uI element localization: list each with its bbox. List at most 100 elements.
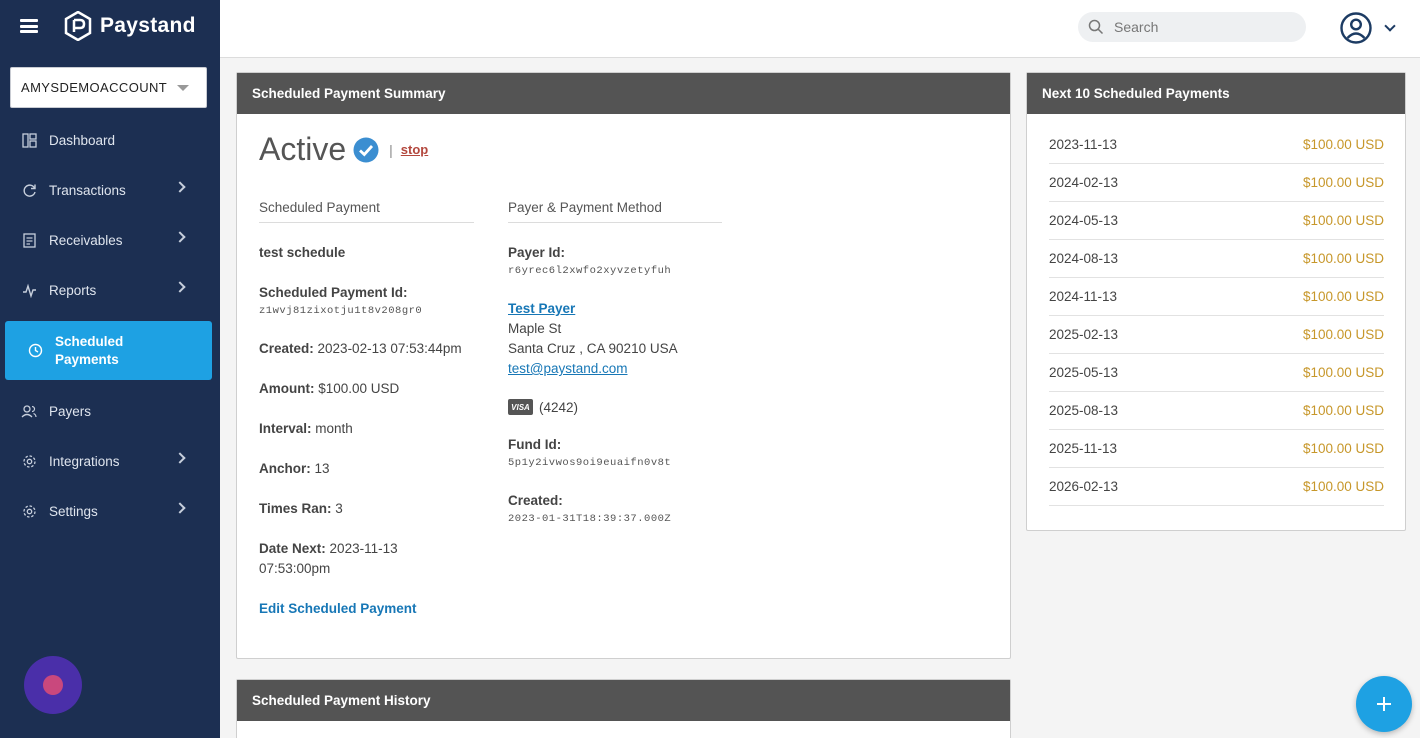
payment-date: 2024-05-13 [1049, 213, 1119, 228]
edit-scheduled-payment-link[interactable]: Edit Scheduled Payment [259, 601, 417, 616]
schedule-name-value: test schedule [259, 245, 346, 260]
amount-value: $100.00 USD [318, 381, 400, 396]
payment-date: 2026-02-13 [1049, 479, 1119, 494]
status-row: Active | stop [259, 131, 428, 168]
nav-label: Scheduled Payments [55, 333, 124, 367]
refresh-icon [21, 182, 37, 198]
nav-item-integrations[interactable]: Integrations [0, 436, 220, 486]
scheduled-payments-list: 2023-11-13 $100.00 USD 2024-02-13 $100.00 … [1027, 114, 1405, 506]
list-item: 2025-11-13 $100.00 USD [1049, 430, 1384, 468]
field-label: Amount: [259, 381, 315, 396]
top-bar [220, 0, 1420, 58]
hamburger-menu-icon[interactable] [20, 19, 38, 33]
account-selector[interactable]: AMYSDEMOACCOUNT [10, 67, 207, 108]
payer-contact: Test Payer Maple St Santa Cruz , CA 9021… [508, 299, 722, 379]
status-text: Active [259, 131, 347, 167]
payer-email-link[interactable]: test@paystand.com [508, 359, 722, 379]
payment-date: 2024-02-13 [1049, 175, 1119, 190]
card-last4: (4242) [539, 399, 579, 415]
nav-item-scheduled-payments[interactable]: Scheduled Payments [5, 321, 212, 380]
field-label: Payer Id: [508, 245, 566, 260]
payment-card: VISA (4242) [508, 399, 722, 415]
nav-item-dashboard[interactable]: Dashboard [0, 115, 220, 165]
paystand-logo-icon [64, 11, 92, 41]
nav-label: Integrations [49, 453, 120, 469]
address-line1: Maple St [508, 321, 562, 336]
next-scheduled-payments-panel: Next 10 Scheduled Payments 2023-11-13 $10… [1026, 72, 1406, 531]
payment-date: 2025-05-13 [1049, 365, 1119, 380]
payment-amount: $100.00 USD [1302, 213, 1384, 228]
interval-value: month [315, 421, 353, 436]
gear-icon [21, 503, 37, 519]
nav-label: Payers [49, 403, 92, 419]
payment-date: 2025-11-13 [1049, 441, 1118, 456]
list-item: 2024-08-13 $100.00 USD [1049, 240, 1384, 278]
amount-field: Amount: $100.00 USD [259, 379, 474, 399]
payer-id-field: Payer Id: r6yrec6l2xwfo2xyvzetyfuh [508, 243, 722, 279]
brand-name: Paystand [100, 14, 196, 37]
chevron-down-icon[interactable] [1384, 20, 1396, 32]
field-label: Created: [259, 341, 314, 356]
plus-icon [1377, 697, 1391, 711]
caret-down-icon [177, 85, 189, 91]
panel-header: Next 10 Scheduled Payments [1027, 73, 1405, 114]
created-field: Created: 2023-02-13 07:53:44pm [259, 339, 474, 359]
document-icon [21, 232, 37, 248]
field-label: Anchor: [259, 461, 311, 476]
field-label: Interval: [259, 421, 312, 436]
column-title: Payer & Payment Method [508, 200, 722, 223]
payment-amount: $100.00 USD [1302, 137, 1384, 152]
payment-amount: $100.00 USD [1302, 327, 1384, 342]
list-item: 2025-08-13 $100.00 USD [1049, 392, 1384, 430]
fund-created-field: Created: 2023-01-31T18:39:37.000Z [508, 491, 722, 527]
payer-payment-method-column: Payer & Payment Method Payer Id: r6yrec6… [508, 200, 722, 547]
add-button[interactable] [1356, 676, 1412, 732]
search-icon [1088, 19, 1104, 35]
payment-amount: $100.00 USD [1302, 365, 1384, 380]
nav-item-reports[interactable]: Reports [0, 265, 220, 315]
fund-created-value: 2023-01-31T18:39:37.000Z [508, 513, 672, 525]
separator: | [389, 141, 393, 158]
main-nav: Dashboard Transactions Receivables Repor… [0, 115, 220, 536]
field-label: Date Next: [259, 541, 326, 556]
times-ran-value: 3 [335, 501, 343, 516]
gear-icon [21, 453, 37, 469]
check-circle-icon [353, 137, 379, 162]
stop-link[interactable]: stop [401, 142, 428, 157]
nav-item-receivables[interactable]: Receivables [0, 215, 220, 265]
scheduled-payment-summary-panel: Scheduled Payment Summary Active | stop … [236, 72, 1011, 659]
nav-label: Transactions [49, 182, 126, 198]
clock-icon [27, 343, 43, 359]
nav-item-payers[interactable]: Payers [0, 386, 220, 436]
nav-item-transactions[interactable]: Transactions [0, 165, 220, 215]
list-item: 2024-05-13 $100.00 USD [1049, 202, 1384, 240]
nav-label: Receivables [49, 232, 123, 248]
search-input[interactable] [1114, 19, 1294, 35]
field-label: Times Ran: [259, 501, 332, 516]
date-next-field: Date Next: 2023-11-13 07:53:00pm [259, 539, 419, 579]
payment-date: 2025-02-13 [1049, 327, 1119, 342]
visa-card-icon: VISA [508, 399, 533, 415]
scheduled-payment-id-value: z1wvj81zixotju1t8v208gr0 [259, 305, 423, 317]
dashboard-icon [21, 132, 37, 148]
edit-field: Edit Scheduled Payment [259, 599, 474, 619]
search-box[interactable] [1078, 12, 1306, 42]
payment-amount: $100.00 USD [1302, 441, 1384, 456]
list-item: 2026-02-13 $100.00 USD [1049, 468, 1384, 506]
sidebar: Paystand AMYSDEMOACCOUNT Dashboard Trans… [0, 0, 220, 738]
payment-amount: $100.00 USD [1302, 175, 1384, 190]
anchor-field: Anchor: 13 [259, 459, 474, 479]
field-label: Scheduled Payment Id: [259, 285, 408, 300]
schedule-name: test schedule [259, 243, 474, 263]
nav-label: Reports [49, 282, 97, 298]
nav-label: Settings [49, 503, 98, 519]
list-item: 2023-11-13 $100.00 USD [1049, 126, 1384, 164]
pulse-icon [21, 282, 37, 298]
nav-item-settings[interactable]: Settings [0, 486, 220, 536]
payer-name-link[interactable]: Test Payer [508, 299, 722, 319]
brand-bar: Paystand [0, 0, 220, 52]
user-avatar-icon[interactable] [1340, 12, 1372, 44]
field-label: Created: [508, 493, 563, 508]
chat-widget-button[interactable] [24, 656, 82, 714]
panel-header: Scheduled Payment Summary [237, 73, 1010, 114]
